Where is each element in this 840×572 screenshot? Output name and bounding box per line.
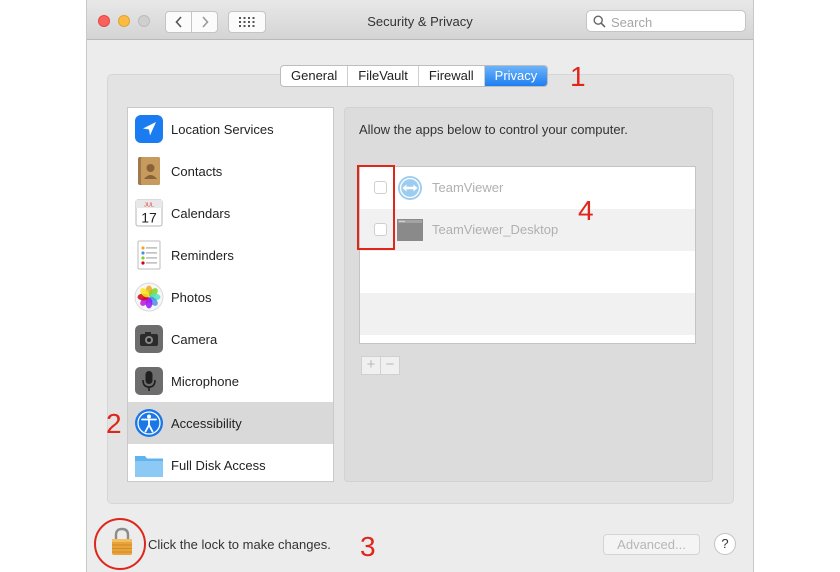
app-name: TeamViewer	[432, 180, 504, 195]
preferences-window: Security & Privacy General FileVault Fir…	[86, 0, 754, 572]
list-item: TeamViewer	[360, 167, 695, 209]
contacts-book-icon	[138, 157, 160, 185]
calendar-icon: JUL 17	[135, 199, 163, 227]
sidebar-item-label: Location Services	[171, 121, 274, 137]
sidebar-item-label: Camera	[171, 331, 218, 347]
microphone-icon	[135, 367, 163, 395]
sidebar-item-photos[interactable]: Photos	[128, 276, 333, 318]
sidebar-item-accessibility[interactable]: Accessibility	[128, 402, 333, 444]
sidebar-item-label: Reminders	[171, 247, 234, 263]
tab-firewall[interactable]: Firewall	[419, 66, 485, 86]
sidebar-item-label: Microphone	[171, 373, 239, 389]
annotation-number-4: 4	[578, 195, 594, 226]
search-field[interactable]	[586, 10, 746, 32]
sidebar-item-label: Full Disk Access	[171, 457, 266, 473]
photos-flower-icon	[134, 282, 164, 312]
sidebar-item-microphone[interactable]: Microphone	[128, 360, 333, 402]
calendar-month: JUL	[144, 203, 154, 209]
remove-app-button[interactable]: −	[380, 356, 400, 375]
reminders-list-icon	[137, 240, 161, 270]
sidebar-item-contacts[interactable]: Contacts	[128, 150, 333, 192]
annotation-lock-highlight	[94, 518, 146, 570]
app-name: TeamViewer_Desktop	[432, 222, 559, 237]
calendar-day: 17	[141, 210, 157, 226]
tab-filevault[interactable]: FileVault	[348, 66, 419, 86]
help-button[interactable]: ?	[714, 533, 736, 555]
tab-general[interactable]: General	[281, 66, 349, 86]
folder-icon	[135, 456, 163, 477]
sidebar-item-label: Contacts	[171, 163, 223, 179]
sidebar-item-reminders[interactable]: Reminders	[128, 234, 333, 276]
sidebar-item-label: Accessibility	[171, 415, 242, 431]
sidebar-item-label: Calendars	[171, 205, 231, 221]
tab-bar: General FileVault Firewall Privacy	[280, 65, 549, 87]
annotation-number-1: 1	[570, 61, 586, 92]
privacy-category-list: Location Services Contacts JUL 17 Calend…	[127, 107, 334, 482]
annotation-checkbox-highlight	[357, 165, 395, 250]
search-input[interactable]	[609, 13, 743, 31]
title-bar: Security & Privacy	[87, 0, 753, 40]
list-item	[360, 251, 695, 293]
lock-message: Click the lock to make changes.	[148, 537, 331, 552]
sidebar-item-location-services[interactable]: Location Services	[128, 108, 333, 150]
annotation-number-3: 3	[360, 531, 376, 562]
advanced-button[interactable]: Advanced...	[603, 534, 700, 555]
teamviewer-icon	[398, 176, 422, 200]
accessibility-icon	[135, 409, 163, 437]
annotation-number-2: 2	[106, 408, 122, 439]
panel-description: Allow the apps below to control your com…	[359, 122, 628, 137]
app-list: TeamViewer TeamViewer_Desktop	[359, 166, 696, 344]
sidebar-item-label: Photos	[171, 289, 212, 305]
teamviewer-desktop-icon	[397, 219, 423, 241]
sidebar-item-calendars[interactable]: JUL 17 Calendars	[128, 192, 333, 234]
camera-icon	[135, 325, 163, 353]
tab-privacy[interactable]: Privacy	[484, 66, 548, 86]
list-item: TeamViewer_Desktop	[360, 209, 695, 251]
location-arrow-icon	[135, 115, 163, 143]
sidebar-item-camera[interactable]: Camera	[128, 318, 333, 360]
search-icon	[593, 15, 606, 28]
list-item	[360, 293, 695, 335]
sidebar-item-full-disk-access[interactable]: Full Disk Access	[128, 444, 333, 481]
add-app-button[interactable]: +	[361, 356, 381, 375]
